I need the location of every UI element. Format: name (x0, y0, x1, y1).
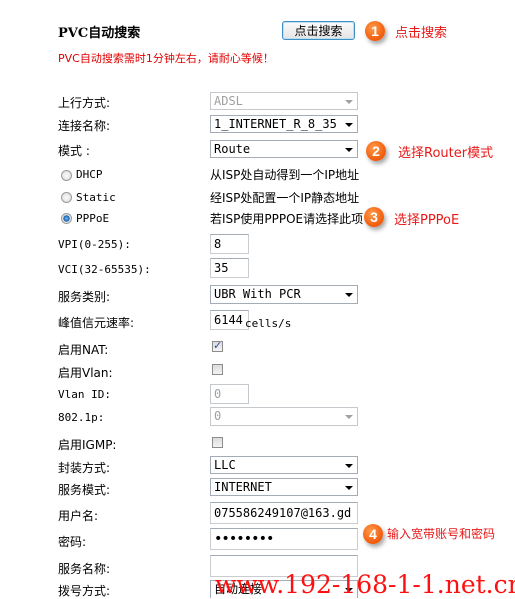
vlan-id-label: Vlan ID: (58, 388, 111, 401)
service-mode-value: INTERNET (214, 480, 272, 494)
uplink-label: 上行方式: (58, 96, 111, 110)
mode-select[interactable]: Route (210, 140, 358, 158)
chevron-down-icon (345, 100, 353, 104)
service-mode-select[interactable]: INTERNET (210, 478, 358, 496)
annotation-3: 选择PPPoE (394, 213, 460, 228)
p8021-value: 0 (214, 409, 222, 423)
service-name-label: 服务名称: (58, 562, 111, 576)
pvc-search-button[interactable]: 点击搜索 (282, 21, 355, 40)
encap-value: LLC (214, 458, 236, 472)
dial-mode-label: 拨号方式: (58, 584, 111, 598)
chevron-down-icon (345, 415, 353, 419)
chevron-down-icon (345, 293, 353, 297)
mode-label: 模式 : (58, 144, 90, 158)
page-title: PVC自动搜索 (58, 26, 141, 41)
nat-label: 启用NAT: (58, 343, 109, 357)
conn-name-value: 1_INTERNET_R_8_35 (214, 117, 337, 131)
password-label: 密码: (58, 535, 87, 549)
radio-pppoe[interactable] (61, 213, 72, 224)
vpi-label: VPI(0-255): (58, 238, 131, 251)
radio-static-desc: 经ISP处配置一个IP静态地址 (210, 191, 360, 205)
annotation-2: 选择Router模式 (398, 146, 494, 161)
radio-dhcp-label: DHCP (76, 168, 103, 181)
search-notice: PVC自动搜索需时1分钟左右，请耐心等候！ (58, 52, 274, 65)
encap-select[interactable]: LLC (210, 456, 358, 474)
chevron-down-icon (345, 148, 353, 152)
radio-pppoe-label: PPPoE (76, 212, 110, 225)
mode-value: Route (214, 142, 251, 156)
vci-label: VCI(32-65535): (58, 263, 151, 276)
pcr-label: 峰值信元速率: (58, 316, 135, 330)
radio-static[interactable] (61, 192, 72, 203)
step-badge-4: 4 (363, 524, 383, 544)
radio-dhcp[interactable] (61, 170, 72, 181)
conn-name-select[interactable]: 1_INTERNET_R_8_35 (210, 115, 358, 133)
step-badge-3: 3 (364, 207, 384, 227)
nat-checkbox[interactable]: ✓ (212, 339, 223, 352)
igmp-checkbox[interactable] (212, 437, 223, 448)
annotation-1: 点击搜索 (395, 26, 448, 41)
uplink-value: ADSL (214, 94, 243, 108)
vlan-label: 启用Vlan: (58, 366, 113, 380)
service-type-select[interactable]: UBR With PCR (210, 285, 358, 304)
service-type-value: UBR With PCR (214, 287, 301, 301)
uplink-select: ADSL (210, 92, 358, 110)
checkmark-icon: ✓ (213, 339, 223, 352)
radio-pppoe-desc: 若ISP使用PPPOE请选择此项 (210, 212, 364, 226)
igmp-label: 启用IGMP: (58, 438, 117, 452)
p8021-label: 802.1p: (58, 411, 105, 424)
vci-input[interactable]: 35 (210, 258, 249, 278)
step-badge-2: 2 (366, 141, 386, 161)
service-type-label: 服务类别: (58, 290, 111, 304)
step-badge-1: 1 (365, 21, 385, 41)
chevron-down-icon (345, 486, 353, 490)
chevron-down-icon (345, 464, 353, 468)
encap-label: 封装方式: (58, 461, 111, 475)
radio-static-label: Static (76, 191, 116, 204)
p8021-select: 0 (210, 407, 358, 426)
vlan-id-input: 0 (210, 384, 249, 404)
pcr-input[interactable]: 6144 (210, 310, 249, 330)
vpi-input[interactable]: 8 (210, 234, 249, 254)
conn-name-label: 连接名称: (58, 119, 111, 133)
vlan-checkbox[interactable] (212, 364, 223, 375)
radio-dhcp-desc: 从ISP处自动得到一个IP地址 (210, 168, 360, 182)
pcr-unit: cells/s (245, 317, 292, 330)
service-mode-label: 服务模式: (58, 483, 111, 497)
annotation-4: 输入宽带账号和密码 (387, 527, 496, 541)
username-input[interactable]: 075586249107@163.gd (210, 502, 358, 524)
chevron-down-icon (345, 123, 353, 127)
watermark: www.192-168-1-1.net.cn (215, 570, 515, 599)
password-input[interactable]: •••••••• (210, 528, 358, 550)
username-label: 用户名: (58, 509, 99, 523)
